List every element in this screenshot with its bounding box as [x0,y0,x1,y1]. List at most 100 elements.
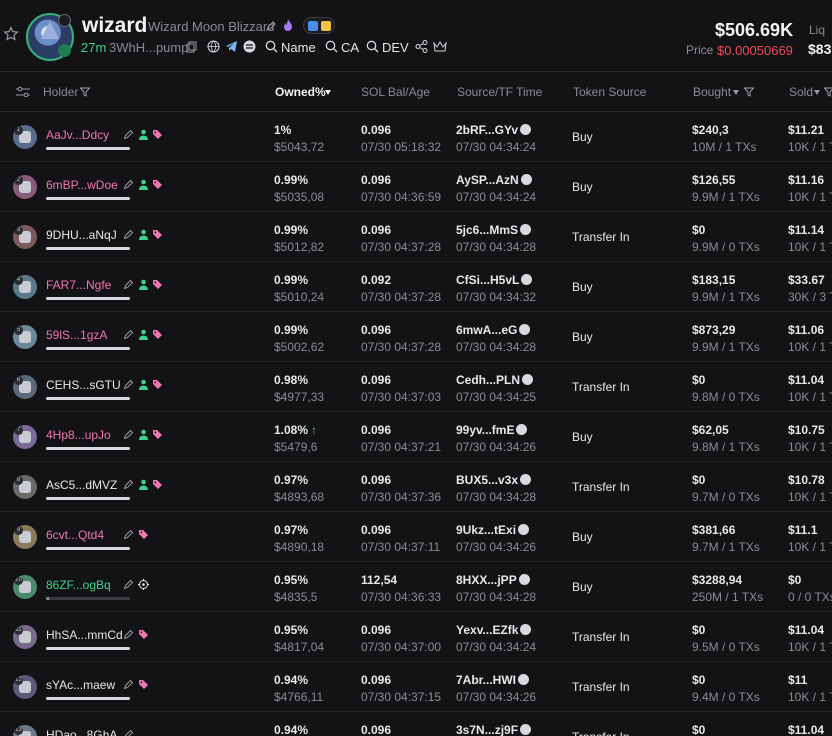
holder-address[interactable]: AaJv...Ddcy [46,128,109,142]
holder-avatar[interactable]: 11 [13,625,37,649]
tag-icon[interactable] [152,327,163,339]
table-row[interactable]: 3 9DHU...aNqJ 0.99% $5012,82 0.096 07/30 04:3… [0,212,832,262]
tag-icon[interactable] [138,677,149,689]
table-row[interactable]: 12 sYAc...maew 0.94% $4766,11 0.096 07/30 04:… [0,662,832,712]
funding-source[interactable]: 3s7N...zj9F [456,723,532,736]
tag-icon[interactable] [152,477,163,489]
table-row[interactable]: 7 4Hp8...upJo 1.08% ↑ $5479,6 0.096 07/30 04:3… [0,412,832,462]
globe-icon[interactable] [207,40,220,53]
filter-icon[interactable] [80,87,90,97]
table-row[interactable]: 5 59lS...1gzA 0.99% $5002,62 0.096 07/30 04:3… [0,312,832,362]
tag-icon[interactable] [152,277,163,289]
column-token-source[interactable]: Token Source [573,85,646,99]
funding-source[interactable]: 7Abr...HWI [456,673,530,687]
edit-icon[interactable] [123,277,134,290]
holder-avatar[interactable]: 7 [13,425,37,449]
table-row[interactable]: 2 6mBP...wDoe 0.99% $5035,08 0.096 07/30 04:3… [0,162,832,212]
holder-address[interactable]: HhSA...mmCd [46,628,123,642]
holder-address[interactable]: 4Hp8...upJo [46,428,111,442]
column-bought[interactable]: Bought [693,85,731,99]
tag-icon[interactable] [138,627,149,639]
funding-source-address[interactable]: 7Abr...HWI [456,673,516,687]
table-row[interactable]: 8 AsC5...dMVZ 0.97% $4893,68 0.096 07/30 04:3… [0,462,832,512]
funding-source[interactable]: 5jc6...MmS [456,223,532,237]
target-icon[interactable] [138,577,149,590]
edit-icon[interactable] [123,527,134,540]
funding-source-address[interactable]: 8HXX...jPP [456,573,517,587]
filter-settings-icon[interactable] [16,86,30,98]
funding-source[interactable]: 6mwA...eG [456,323,531,337]
table-row[interactable]: 4 FAR7...Ngfe 0.99% $5010,24 0.092 07/30 04:3… [0,262,832,312]
funding-source-address[interactable]: Cedh...PLN [456,373,520,387]
holder-avatar[interactable]: 6 [13,375,37,399]
sort-icon[interactable] [733,90,739,95]
holder-address[interactable]: CEHS...sGTU [46,378,121,392]
holder-avatar[interactable]: 13 [13,725,37,736]
edit-icon[interactable] [123,477,134,490]
edit-icon[interactable] [123,727,134,736]
funding-source-address[interactable]: 5jc6...MmS [456,223,518,237]
table-row[interactable]: 6 CEHS...sGTU 0.98% $4977,33 0.096 07/30 04:3… [0,362,832,412]
funding-source[interactable]: CfSi...H5vL [456,273,533,287]
funding-source-address[interactable]: 9Ukz...tExi [456,523,516,537]
table-row[interactable]: 1 AaJv...Ddcy 1% $5043,72 0.096 07/30 05:18:3… [0,112,832,162]
column-sol-bal-age[interactable]: SOL Bal/Age [361,85,430,99]
tag-icon[interactable] [152,177,163,189]
holder-avatar[interactable]: 12 [13,675,37,699]
sort-down-icon[interactable] [325,90,331,95]
funding-source-address[interactable]: 99yv...fmE [456,423,514,437]
filter-icon[interactable] [744,87,754,97]
funding-source[interactable]: 2bRF...GYv [456,123,532,137]
column-owned[interactable]: Owned% [275,85,326,99]
column-source-tf-time[interactable]: Source/TF Time [457,85,542,99]
holder-address[interactable]: AsC5...dMVZ [46,478,117,492]
holder-address[interactable]: sYAc...maew [46,678,115,692]
search-name-link[interactable]: Name [281,40,316,55]
filter-icon[interactable] [824,87,832,97]
table-row[interactable]: 9 6cvt...Qtd4 0.97% $4890,18 0.096 07/30 04:3… [0,512,832,562]
funding-source[interactable]: Cedh...PLN [456,373,534,387]
holder-avatar[interactable]: 8 [13,475,37,499]
search-dev-link[interactable]: DEV [382,40,409,55]
edit-icon[interactable] [123,677,134,690]
edit-icon[interactable] [123,577,134,590]
edit-icon[interactable] [123,227,134,240]
table-row[interactable]: 10 86ZF...ogBq 0.95% $4835,5 112,54 07/30 04:… [0,562,832,612]
column-sold[interactable]: Sold [789,85,813,99]
funding-source[interactable]: AySP...AzN [456,173,532,187]
star-icon[interactable] [3,26,19,42]
search-icon[interactable] [265,40,278,53]
edit-icon[interactable] [123,327,134,340]
holder-avatar[interactable]: 1 [13,125,37,149]
tag-icon[interactable] [152,377,163,389]
funding-source-address[interactable]: 3s7N...zj9F [456,723,518,736]
funding-source[interactable]: 8HXX...jPP [456,573,530,587]
search-ca-link[interactable]: CA [341,40,359,55]
sort-icon[interactable] [814,90,820,95]
funding-source-address[interactable]: CfSi...H5vL [456,273,519,287]
tag-icon[interactable] [152,127,163,139]
edit-icon[interactable] [123,127,134,140]
funding-source-address[interactable]: BUX5...v3x [456,473,518,487]
holder-address[interactable]: 86ZF...ogBq [46,578,111,592]
funding-source-address[interactable]: 6mwA...eG [456,323,517,337]
holder-address[interactable]: 6mBP...wDoe [46,178,118,192]
holder-avatar[interactable]: 10 [13,575,37,599]
table-row[interactable]: 11 HhSA...mmCd 0.95% $4817,04 0.096 07/30 04:… [0,612,832,662]
funding-source[interactable]: 99yv...fmE [456,423,528,437]
copy-icon[interactable] [186,41,197,53]
tag-icon[interactable] [152,227,163,239]
tag-icon[interactable] [152,427,163,439]
table-row[interactable]: 13 HDao...8GhA 0.94% 0.096 3s7N...zj9F Transf… [0,712,832,736]
holder-address[interactable]: 9DHU...aNqJ [46,228,117,242]
holder-address[interactable]: FAR7...Ngfe [46,278,111,292]
search-icon[interactable] [325,40,338,53]
edit-icon[interactable] [123,377,134,390]
website-icon[interactable] [243,40,256,53]
funding-source[interactable]: BUX5...v3x [456,473,532,487]
holder-avatar[interactable]: 2 [13,175,37,199]
holder-avatar[interactable]: 4 [13,275,37,299]
holder-address[interactable]: 59lS...1gzA [46,328,107,342]
holder-address[interactable]: HDao...8GhA [46,728,117,736]
contract-address[interactable]: 3WhH...pump [109,40,188,55]
